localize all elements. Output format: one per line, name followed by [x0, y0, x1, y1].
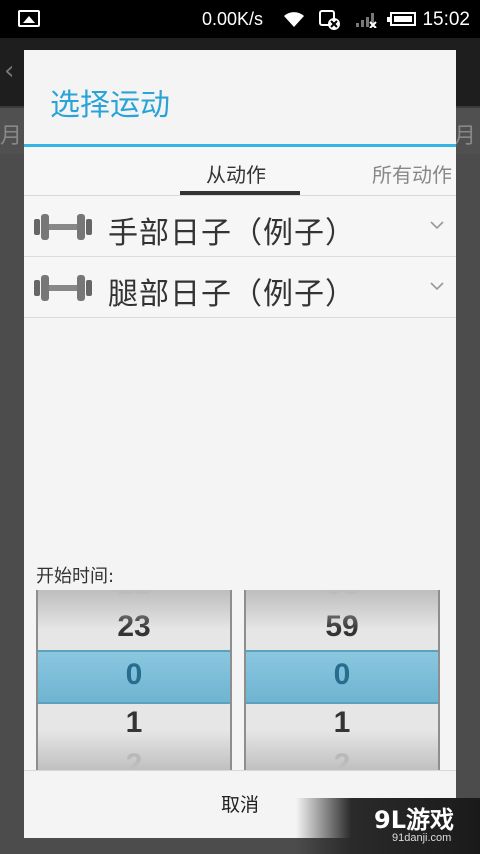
watermark-logo: 9L游戏: [374, 806, 454, 834]
picker-shade: [36, 590, 232, 630]
routine-list: 手部日子（例子） 腿部日子（例子）: [24, 196, 456, 318]
site-watermark: 9L游戏 91danji.com: [296, 798, 480, 854]
picker-selected-value[interactable]: 0: [36, 658, 232, 692]
start-time-label: 开始时间:: [36, 566, 115, 587]
picker-shade: [36, 730, 232, 770]
chevron-down-icon[interactable]: [430, 218, 444, 232]
battery-icon: [387, 12, 416, 26]
tab-bar: 从动作 所有动作: [24, 147, 456, 196]
dumbbell-icon: [34, 214, 92, 240]
wifi-icon: [284, 12, 304, 27]
back-icon: ‹: [4, 56, 15, 86]
tab-all-exercises[interactable]: 所有动作: [372, 159, 452, 188]
routine-name: 腿部日子（例子）: [108, 277, 356, 312]
chevron-down-icon[interactable]: [430, 279, 444, 293]
tab-from-routine[interactable]: 从动作: [206, 159, 266, 188]
dialog-title: 选择运动: [50, 88, 170, 123]
clock: 15:02: [422, 9, 470, 30]
sim-disabled-icon: [319, 10, 340, 30]
status-bar: 0.00K/s 15:02: [0, 0, 480, 38]
hour-picker[interactable]: 22 23 0 1 2: [36, 590, 232, 770]
gallery-notification-icon: [18, 10, 40, 27]
picker-shade: [244, 730, 440, 770]
watermark-url: 91danji.com: [392, 832, 452, 844]
routine-name: 手部日子（例子）: [108, 216, 356, 251]
dumbbell-icon: [34, 275, 92, 301]
list-item[interactable]: 手部日子（例子）: [24, 196, 456, 257]
background-tab-right: 月: [453, 124, 476, 149]
select-exercise-dialog: 选择运动 从动作 所有动作 手部日子（例子） 腿部日子（例子） 开始时间: 0 …: [24, 50, 456, 838]
picker-selected-value[interactable]: 0: [244, 658, 440, 692]
list-item[interactable]: 腿部日子（例子）: [24, 257, 456, 318]
signal-icon: [356, 13, 377, 28]
minute-picker[interactable]: 58 59 0 1 2: [244, 590, 440, 770]
network-speed: 0.00K/s: [202, 9, 264, 29]
tab-indicator: [180, 191, 300, 195]
picker-shade: [244, 590, 440, 630]
background-tab-left: 月: [0, 124, 23, 149]
